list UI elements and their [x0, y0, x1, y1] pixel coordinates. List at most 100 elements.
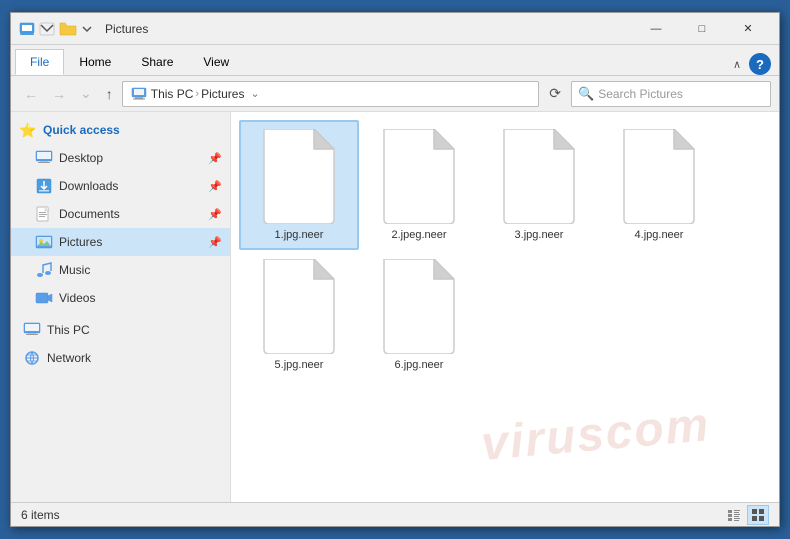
pin-icon-desktop: 📌 [208, 152, 222, 165]
file-item[interactable]: 1.jpg.neer [239, 120, 359, 250]
breadcrumb-sep1: › [195, 88, 199, 100]
sidebar-item-desktop[interactable]: Desktop 📌 [11, 144, 230, 172]
qat-icon2[interactable] [39, 21, 55, 37]
file-name: 2.jpeg.neer [391, 228, 446, 242]
ribbon: File Home Share View ∧ ? [11, 45, 779, 76]
qat-dropdown-icon[interactable] [81, 21, 93, 37]
breadcrumb-thispc[interactable]: This PC [151, 87, 194, 101]
file-icon-wrapper [365, 129, 473, 224]
generic-file-icon [499, 129, 579, 224]
network-icon [23, 349, 41, 367]
file-item[interactable]: 6.jpg.neer [359, 250, 479, 380]
downloads-icon [35, 177, 53, 195]
file-area: 1.jpg.neer 2.jpeg.neer [231, 112, 779, 502]
sidebar-downloads-label: Downloads [59, 179, 118, 193]
nav-dropdown-button[interactable]: ⌄ [75, 82, 97, 105]
file-icon-wrapper [245, 129, 353, 224]
music-icon [35, 261, 53, 279]
item-count: 6 items [21, 508, 60, 522]
pin-icon-pictures: 📌 [208, 236, 222, 249]
pin-icon-documents: 📌 [208, 208, 222, 221]
list-view-button[interactable] [723, 505, 745, 525]
star-icon: ⭐ [19, 121, 37, 139]
qat-folder-icon [59, 21, 77, 37]
documents-icon [35, 205, 53, 223]
help-button[interactable]: ? [749, 53, 771, 75]
search-icon: 🔍 [578, 86, 594, 102]
file-item[interactable]: 3.jpg.neer [479, 120, 599, 250]
sidebar-item-documents[interactable]: Documents 📌 [11, 200, 230, 228]
thispc-icon [23, 321, 41, 339]
file-icon-wrapper [245, 259, 353, 354]
explorer-window: Pictures — □ ✕ File Home Share View ∧ ? … [10, 12, 780, 527]
file-name: 3.jpg.neer [515, 228, 564, 242]
sidebar-music-label: Music [59, 263, 90, 277]
refresh-button[interactable]: ⟳ [543, 82, 567, 105]
view-controls [723, 505, 769, 525]
sidebar-desktop-label: Desktop [59, 151, 103, 165]
sidebar-item-videos[interactable]: Videos [11, 284, 230, 312]
file-name: 1.jpg.neer [275, 228, 324, 242]
maximize-button[interactable]: □ [679, 13, 725, 45]
sidebar-network-label: Network [47, 351, 91, 365]
videos-icon [35, 289, 53, 307]
title-bar-icons [19, 21, 93, 37]
file-area-wrapper: 1.jpg.neer 2.jpeg.neer [231, 112, 779, 502]
sidebar-item-pictures[interactable]: Pictures 📌 [11, 228, 230, 256]
file-icon-wrapper [605, 129, 713, 224]
sidebar-quickaccess-label: Quick access [43, 123, 120, 137]
sidebar: ⭐ Quick access Desktop 📌 [11, 112, 231, 502]
close-button[interactable]: ✕ [725, 13, 771, 45]
generic-file-icon [379, 259, 459, 354]
window-controls: — □ ✕ [633, 13, 771, 45]
window-title: Pictures [105, 22, 633, 36]
title-bar: Pictures — □ ✕ [11, 13, 779, 45]
breadcrumb: This PC › Pictures ⌄ [151, 87, 260, 101]
address-bar[interactable]: This PC › Pictures ⌄ [122, 81, 540, 107]
sidebar-item-music[interactable]: Music [11, 256, 230, 284]
file-name: 4.jpg.neer [635, 228, 684, 242]
pictures-icon [35, 233, 53, 251]
sidebar-item-thispc[interactable]: This PC [11, 316, 230, 344]
up-button[interactable]: ↑ [101, 83, 118, 105]
ribbon-tabs: File Home Share View ∧ ? [11, 45, 779, 75]
back-button[interactable]: ← [19, 83, 43, 105]
tab-share[interactable]: Share [126, 49, 188, 75]
qat-icon1 [19, 21, 35, 37]
breadcrumb-pictures[interactable]: Pictures [201, 87, 244, 101]
sidebar-documents-label: Documents [59, 207, 120, 221]
file-name: 6.jpg.neer [395, 358, 444, 372]
icon-view-button[interactable] [747, 505, 769, 525]
minimize-button[interactable]: — [633, 13, 679, 45]
sidebar-pictures-label: Pictures [59, 235, 102, 249]
file-icon-wrapper [485, 129, 593, 224]
sidebar-thispc-label: This PC [47, 323, 90, 337]
generic-file-icon [619, 129, 699, 224]
tab-home[interactable]: Home [64, 49, 126, 75]
search-placeholder: Search Pictures [598, 87, 683, 101]
file-item[interactable]: 5.jpg.neer [239, 250, 359, 380]
address-dropdown-arrow[interactable]: ⌄ [250, 87, 259, 100]
desktop-icon [35, 149, 53, 167]
status-bar: 6 items [11, 502, 779, 526]
main-content: ⭐ Quick access Desktop 📌 [11, 112, 779, 502]
generic-file-icon [259, 129, 339, 224]
sidebar-item-downloads[interactable]: Downloads 📌 [11, 172, 230, 200]
ribbon-help: ∧ ? [733, 53, 775, 75]
nav-bar: ← → ⌄ ↑ This PC › Pictures ⌄ ⟳ 🔍 Search … [11, 76, 779, 112]
tab-file[interactable]: File [15, 49, 64, 75]
forward-button[interactable]: → [47, 83, 71, 105]
file-icon-wrapper [365, 259, 473, 354]
computer-icon [131, 86, 147, 102]
file-item[interactable]: 2.jpeg.neer [359, 120, 479, 250]
sidebar-videos-label: Videos [59, 291, 95, 305]
generic-file-icon [379, 129, 459, 224]
sidebar-item-quickaccess[interactable]: ⭐ Quick access [11, 116, 230, 144]
ribbon-collapse-arrow[interactable]: ∧ [733, 58, 741, 71]
tab-view[interactable]: View [188, 49, 244, 75]
sidebar-item-network[interactable]: Network [11, 344, 230, 372]
file-name: 5.jpg.neer [275, 358, 324, 372]
search-bar[interactable]: 🔍 Search Pictures [571, 81, 771, 107]
file-item[interactable]: 4.jpg.neer [599, 120, 719, 250]
pin-icon-downloads: 📌 [208, 180, 222, 193]
